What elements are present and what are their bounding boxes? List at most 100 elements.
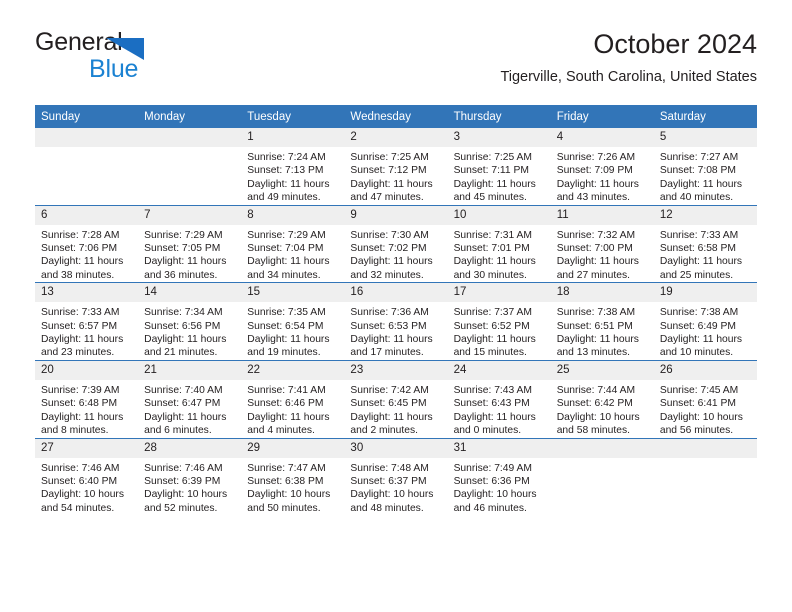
sunrise-text: Sunrise: 7:25 AM — [453, 152, 532, 163]
day-details: Sunrise: 7:40 AM Sunset: 6:47 PM Dayligh… — [138, 380, 241, 438]
day-details: Sunrise: 7:30 AM Sunset: 7:02 PM Dayligh… — [344, 225, 447, 283]
day-details: Sunrise: 7:29 AM Sunset: 7:04 PM Dayligh… — [241, 225, 344, 283]
day-cell[interactable]: 18 Sunrise: 7:38 AM Sunset: 6:51 PM Dayl… — [550, 282, 654, 361]
day-number: 19 — [653, 283, 757, 303]
day-number: 11 — [550, 205, 654, 225]
daylight-text-line2: and 23 minutes. — [41, 347, 115, 359]
daylight-text-line2: and 0 minutes. — [453, 425, 522, 437]
day-cell[interactable] — [138, 128, 242, 206]
day-cell[interactable]: 3 Sunrise: 7:25 AM Sunset: 7:11 PM Dayli… — [447, 128, 551, 206]
day-cell[interactable] — [550, 437, 654, 516]
day-cell[interactable]: 15 Sunrise: 7:35 AM Sunset: 6:54 PM Dayl… — [241, 282, 345, 361]
daylight-text-line2: and 36 minutes. — [144, 269, 218, 281]
daylight-text-line1: Daylight: 11 hours — [350, 178, 433, 190]
day-cell[interactable]: 8 Sunrise: 7:29 AM Sunset: 7:04 PM Dayli… — [241, 204, 345, 283]
sunrise-sunset-calendar: Sunday Monday Tuesday Wednesday Thursday… — [35, 105, 757, 516]
daylight-text-line2: and 46 minutes. — [453, 502, 527, 514]
day-number: 6 — [35, 205, 139, 225]
daylight-text-line2: and 43 minutes. — [556, 192, 630, 204]
sunrise-text: Sunrise: 7:44 AM — [556, 384, 636, 396]
sunset-text: Sunset: 6:57 PM — [41, 320, 118, 332]
day-cell[interactable]: 13 Sunrise: 7:33 AM Sunset: 6:57 PM Dayl… — [35, 282, 139, 361]
day-cell[interactable]: 2 Sunrise: 7:25 AM Sunset: 7:12 PM Dayli… — [344, 128, 448, 206]
calendar-body: 1 Sunrise: 7:24 AM Sunset: 7:13 PM Dayli… — [35, 128, 757, 516]
day-number: 4 — [550, 128, 654, 147]
day-cell[interactable]: 12 Sunrise: 7:33 AM Sunset: 6:58 PM Dayl… — [653, 204, 757, 283]
day-cell[interactable]: 4 Sunrise: 7:26 AM Sunset: 7:09 PM Dayli… — [550, 128, 654, 206]
sunrise-text: Sunrise: 7:32 AM — [556, 229, 636, 241]
day-cell[interactable]: 19 Sunrise: 7:38 AM Sunset: 6:49 PM Dayl… — [653, 282, 757, 361]
day-details: Sunrise: 7:31 AM Sunset: 7:01 PM Dayligh… — [448, 225, 551, 283]
day-number: 9 — [344, 205, 448, 225]
day-cell[interactable]: 25 Sunrise: 7:44 AM Sunset: 6:42 PM Dayl… — [550, 359, 654, 438]
daylight-text-line1: Daylight: 11 hours — [41, 334, 124, 346]
daylight-text-line1: Daylight: 11 hours — [41, 411, 124, 423]
day-cell[interactable]: 29 Sunrise: 7:47 AM Sunset: 6:38 PM Dayl… — [241, 437, 345, 516]
day-cell[interactable]: 16 Sunrise: 7:36 AM Sunset: 6:53 PM Dayl… — [344, 282, 448, 361]
day-cell[interactable]: 28 Sunrise: 7:46 AM Sunset: 6:39 PM Dayl… — [138, 437, 242, 516]
daylight-text-line1: Daylight: 11 hours — [453, 178, 536, 190]
daylight-text-line1: Daylight: 11 hours — [144, 256, 227, 268]
daylight-text-line1: Daylight: 11 hours — [350, 334, 433, 346]
sunrise-text: Sunrise: 7:31 AM — [453, 229, 532, 241]
daylight-text-line1: Daylight: 11 hours — [247, 334, 330, 346]
daylight-text-line2: and 54 minutes. — [41, 502, 115, 514]
sunset-text: Sunset: 6:37 PM — [350, 475, 427, 487]
page-header: General Blue October 2024 Tigerville, So… — [35, 28, 757, 94]
day-cell[interactable]: 10 Sunrise: 7:31 AM Sunset: 7:01 PM Dayl… — [447, 204, 551, 283]
day-number: 24 — [447, 360, 551, 380]
day-cell[interactable] — [35, 128, 139, 206]
day-cell[interactable]: 30 Sunrise: 7:48 AM Sunset: 6:37 PM Dayl… — [344, 437, 448, 516]
day-cell[interactable]: 24 Sunrise: 7:43 AM Sunset: 6:43 PM Dayl… — [447, 359, 551, 438]
sunrise-text: Sunrise: 7:48 AM — [350, 462, 429, 474]
day-cell[interactable]: 11 Sunrise: 7:32 AM Sunset: 7:00 PM Dayl… — [550, 204, 654, 283]
daylight-text-line1: Daylight: 11 hours — [350, 256, 433, 268]
day-details: Sunrise: 7:37 AM Sunset: 6:52 PM Dayligh… — [448, 302, 551, 360]
sunrise-text: Sunrise: 7:29 AM — [247, 229, 326, 241]
day-cell[interactable]: 23 Sunrise: 7:42 AM Sunset: 6:45 PM Dayl… — [344, 359, 448, 438]
day-cell[interactable]: 27 Sunrise: 7:46 AM Sunset: 6:40 PM Dayl… — [35, 437, 139, 516]
logo-text-blue: Blue — [89, 55, 139, 83]
daylight-text-line1: Daylight: 10 hours — [144, 489, 228, 501]
day-details: Sunrise: 7:24 AM Sunset: 7:13 PM Dayligh… — [241, 147, 344, 205]
day-cell[interactable]: 26 Sunrise: 7:45 AM Sunset: 6:41 PM Dayl… — [653, 359, 757, 438]
daylight-text-line1: Daylight: 10 hours — [247, 489, 331, 501]
day-details: Sunrise: 7:38 AM Sunset: 6:51 PM Dayligh… — [551, 302, 654, 360]
day-cell[interactable]: 7 Sunrise: 7:29 AM Sunset: 7:05 PM Dayli… — [138, 204, 242, 283]
day-cell[interactable]: 22 Sunrise: 7:41 AM Sunset: 6:46 PM Dayl… — [241, 359, 345, 438]
daylight-text-line1: Daylight: 11 hours — [453, 334, 536, 346]
daylight-text-line2: and 52 minutes. — [144, 502, 218, 514]
daylight-text-line1: Daylight: 11 hours — [247, 178, 330, 190]
sunrise-text: Sunrise: 7:46 AM — [41, 462, 120, 474]
calendar-week-row: 1 Sunrise: 7:24 AM Sunset: 7:13 PM Dayli… — [35, 128, 757, 206]
day-details: Sunrise: 7:45 AM Sunset: 6:41 PM Dayligh… — [654, 380, 757, 438]
sunrise-text: Sunrise: 7:38 AM — [659, 307, 739, 319]
day-cell[interactable]: 31 Sunrise: 7:49 AM Sunset: 6:36 PM Dayl… — [447, 437, 551, 516]
daylight-text-line1: Daylight: 11 hours — [556, 178, 639, 190]
calendar-week-row: 13 Sunrise: 7:33 AM Sunset: 6:57 PM Dayl… — [35, 282, 757, 361]
daylight-text-line2: and 15 minutes. — [453, 347, 527, 359]
daylight-text-line1: Daylight: 11 hours — [144, 334, 227, 346]
day-cell[interactable]: 14 Sunrise: 7:34 AM Sunset: 6:56 PM Dayl… — [138, 282, 242, 361]
daylight-text-line1: Daylight: 11 hours — [659, 334, 743, 346]
sunset-text: Sunset: 6:46 PM — [247, 398, 324, 410]
day-details: Sunrise: 7:39 AM Sunset: 6:48 PM Dayligh… — [35, 380, 138, 438]
daylight-text-line1: Daylight: 11 hours — [350, 411, 433, 423]
day-number: 1 — [241, 128, 345, 147]
day-cell[interactable]: 21 Sunrise: 7:40 AM Sunset: 6:47 PM Dayl… — [138, 359, 242, 438]
weekday-header-sunday: Sunday — [35, 105, 139, 128]
day-cell[interactable]: 9 Sunrise: 7:30 AM Sunset: 7:02 PM Dayli… — [344, 204, 448, 283]
day-cell[interactable]: 20 Sunrise: 7:39 AM Sunset: 6:48 PM Dayl… — [35, 359, 139, 438]
daylight-text-line1: Daylight: 10 hours — [350, 489, 434, 501]
day-cell[interactable]: 17 Sunrise: 7:37 AM Sunset: 6:52 PM Dayl… — [447, 282, 551, 361]
day-number: 8 — [241, 205, 345, 225]
sunset-text: Sunset: 6:54 PM — [247, 320, 324, 332]
calendar-week-row: 20 Sunrise: 7:39 AM Sunset: 6:48 PM Dayl… — [35, 359, 757, 438]
day-cell[interactable]: 1 Sunrise: 7:24 AM Sunset: 7:13 PM Dayli… — [241, 128, 345, 206]
day-details: Sunrise: 7:46 AM Sunset: 6:39 PM Dayligh… — [138, 458, 241, 516]
day-cell[interactable]: 5 Sunrise: 7:27 AM Sunset: 7:08 PM Dayli… — [653, 128, 757, 206]
day-number — [550, 438, 654, 458]
day-cell[interactable]: 6 Sunrise: 7:28 AM Sunset: 7:06 PM Dayli… — [35, 204, 139, 283]
sunset-text: Sunset: 6:40 PM — [41, 475, 118, 487]
day-cell[interactable] — [653, 437, 757, 516]
